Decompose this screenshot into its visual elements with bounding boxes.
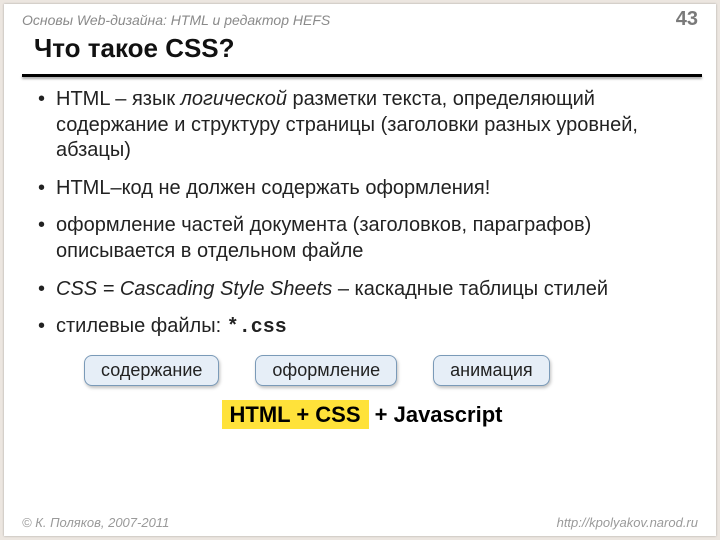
list-item: оформление частей документа (заголовков,…	[38, 213, 686, 264]
copyright: © К. Поляков, 2007-2011	[22, 515, 169, 530]
tech-summary: HTML + CSS + Javascript	[38, 396, 686, 428]
pill-animation: анимация	[433, 355, 550, 386]
course-name: Основы Web-дизайна: HTML и редактор HEFS	[22, 12, 330, 28]
pill-styling: оформление	[255, 355, 397, 386]
slide-content: HTML – язык логической разметки текста, …	[4, 85, 716, 428]
pill-row: содержание оформление анимация	[38, 353, 686, 396]
slide-title: Что такое CSS?	[4, 33, 716, 74]
footer-url: http://kpolyakov.narod.ru	[557, 515, 698, 530]
slide-header: Основы Web-дизайна: HTML и редактор HEFS…	[4, 4, 716, 33]
list-item: HTML–код не должен содержать оформления!	[38, 176, 686, 202]
page-number: 43	[676, 8, 698, 31]
pill-content: содержание	[84, 355, 219, 386]
list-item: стилевые файлы: *.css	[38, 314, 686, 341]
slide-footer: © К. Поляков, 2007-2011 http://kpolyakov…	[4, 509, 716, 536]
highlight-htmlcss: HTML + CSS	[222, 400, 369, 429]
list-item: HTML – язык логической разметки текста, …	[38, 87, 686, 164]
title-divider	[22, 74, 702, 77]
bullet-list: HTML – язык логической разметки текста, …	[38, 87, 686, 341]
list-item: CSS = Cascading Style Sheets – каскадные…	[38, 277, 686, 303]
